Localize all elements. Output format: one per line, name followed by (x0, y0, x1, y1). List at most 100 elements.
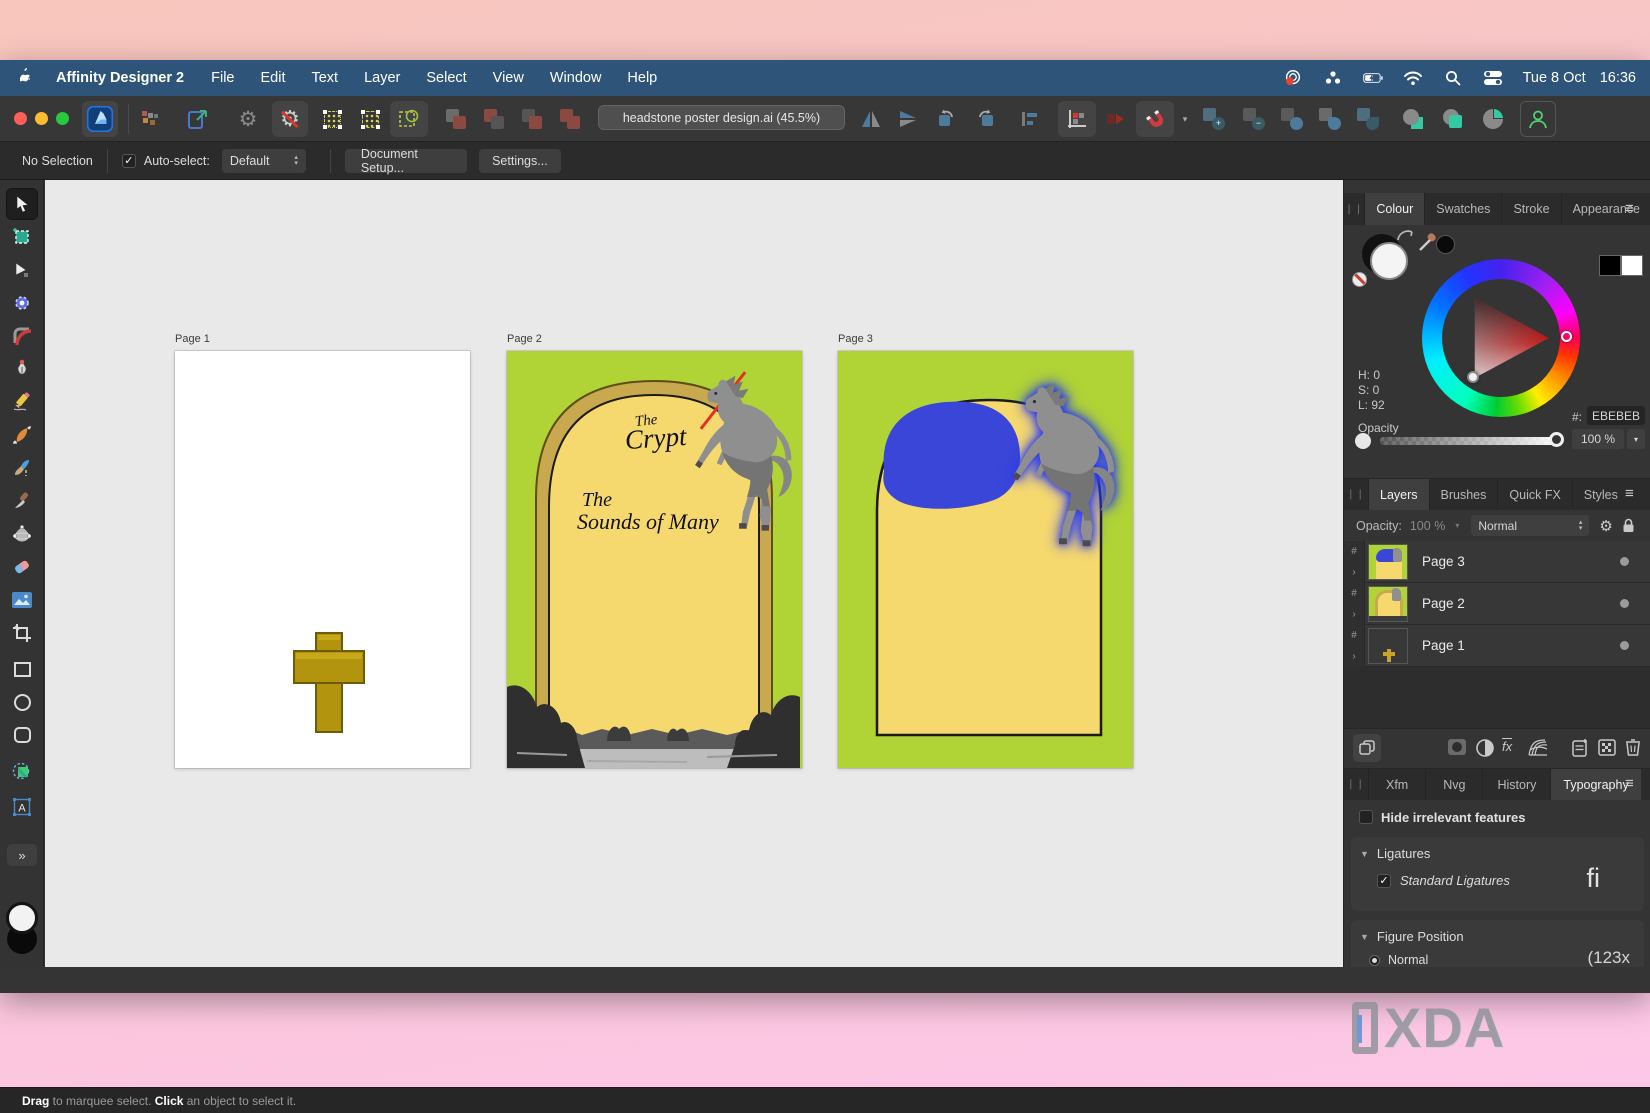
duplicate-layer-icon[interactable] (1353, 734, 1381, 762)
control-center-icon[interactable] (1483, 69, 1503, 87)
boolean-subtract-icon[interactable]: − (1238, 101, 1270, 137)
add-layer-icon[interactable] (1572, 738, 1589, 762)
layers-panel-menu-icon[interactable]: ≡ (1625, 486, 1642, 501)
layer-visibility-dot[interactable] (1620, 557, 1629, 566)
tab-swatches[interactable]: Swatches (1424, 193, 1501, 225)
adjustment-layer-icon[interactable] (1475, 738, 1495, 763)
corner-tool[interactable] (7, 321, 37, 351)
mesh-warp-icon[interactable] (1526, 738, 1548, 762)
tab-layers[interactable]: Layers (1368, 479, 1429, 510)
rectangle-tool[interactable] (7, 654, 37, 684)
document-setup-button[interactable]: Document Setup... (345, 149, 467, 173)
lock-icon[interactable] (1622, 518, 1635, 533)
margins-grid-icon[interactable] (314, 101, 350, 137)
menu-layer[interactable]: Layer (351, 70, 413, 86)
hue-selector[interactable] (1561, 331, 1572, 342)
settings-button[interactable]: Settings... (479, 149, 561, 173)
hide-irrelevant-checkbox[interactable]: ✓ (1359, 810, 1373, 824)
rotate-cw-icon[interactable] (969, 101, 1001, 137)
move-tool[interactable] (7, 189, 37, 219)
tab-styles[interactable]: Styles (1572, 479, 1629, 510)
pencil-tool[interactable] (7, 387, 37, 417)
menu-date[interactable]: Tue 8 Oct (1523, 70, 1586, 86)
boolean-combine-icon[interactable] (1352, 101, 1384, 137)
rotate-ccw-icon[interactable] (931, 101, 963, 137)
preferences-gear-icon[interactable]: ⚙ (232, 101, 264, 137)
order-forward-icon[interactable] (516, 101, 548, 137)
tab-nvg[interactable]: Nvg (1425, 769, 1482, 800)
fill-stroke-selector[interactable] (1356, 232, 1412, 288)
guides-grid-icon[interactable] (352, 101, 388, 137)
artboard-tool[interactable] (7, 222, 37, 252)
layer-settings-gear-icon[interactable]: ⚙ (1599, 517, 1612, 535)
artboard-page-2[interactable]: The Crypt The Sounds of Many (507, 351, 802, 768)
tab-brushes[interactable]: Brushes (1429, 479, 1498, 510)
fill-tool[interactable] (7, 519, 37, 549)
horse-image-glow[interactable] (1002, 364, 1120, 569)
studio-panel-menu-icon[interactable]: ≡ (1625, 776, 1642, 791)
layer-row-page3[interactable]: #› Page 3 (1344, 541, 1650, 583)
insert-target-2-icon[interactable] (1436, 101, 1470, 137)
insert-target-icon[interactable] (1396, 101, 1430, 137)
badge-icon[interactable] (1283, 69, 1303, 87)
vector-brush-tool[interactable] (7, 420, 37, 450)
users-icon[interactable] (1323, 69, 1343, 87)
auto-select-checkbox[interactable]: ✓ (122, 154, 136, 168)
window-close-button[interactable] (14, 112, 27, 125)
expand-chevron-icon[interactable]: › (1352, 651, 1355, 662)
opacity-slider[interactable] (1380, 437, 1556, 445)
colour-panel-menu-icon[interactable]: ≡ (1625, 201, 1642, 216)
point-transform-tool[interactable] (7, 288, 37, 318)
expand-chevron-icon[interactable]: › (1352, 609, 1355, 620)
artboard-page-1[interactable] (175, 351, 470, 768)
boolean-add-icon[interactable]: + (1198, 101, 1230, 137)
export-persona-icon[interactable] (182, 101, 214, 137)
boolean-intersect-icon[interactable] (1276, 101, 1308, 137)
shade-selector[interactable] (1467, 371, 1479, 383)
flip-vertical-icon[interactable] (893, 101, 925, 137)
mask-layer-icon[interactable] (1447, 738, 1467, 761)
auto-select-dropdown[interactable]: Default▴▾ (222, 149, 306, 173)
tab-stroke[interactable]: Stroke (1501, 193, 1560, 225)
flip-horizontal-icon[interactable] (855, 101, 887, 137)
colour-well[interactable] (6, 902, 40, 962)
layer-effects-fx-icon[interactable]: fx (1502, 738, 1512, 754)
swap-colours-icon[interactable] (1396, 228, 1416, 244)
persona-grid-icon[interactable] (134, 101, 166, 137)
panel-drag-handle-2[interactable]: ❘❘ (1344, 479, 1368, 510)
expand-tools-button[interactable]: » (7, 844, 37, 866)
order-front-icon[interactable] (554, 101, 586, 137)
insert-target-3-icon[interactable] (1476, 101, 1510, 137)
no-fill-icon[interactable] (1352, 272, 1367, 287)
search-icon[interactable] (1443, 69, 1463, 87)
white-swatch[interactable] (1621, 255, 1643, 276)
wifi-icon[interactable] (1403, 69, 1423, 87)
layer-row-page1[interactable]: #› Page 1 (1344, 625, 1650, 667)
collapse-chevron-icon[interactable]: ▼ (1360, 932, 1369, 942)
layers-opacity-value[interactable]: 100 % (1410, 519, 1445, 533)
pen-tool[interactable] (7, 354, 37, 384)
black-swatch[interactable] (1599, 255, 1621, 276)
designer-persona-button[interactable] (82, 101, 118, 137)
layers-opacity-chevron[interactable]: ▾ (1455, 521, 1459, 530)
panel-drag-handle[interactable]: ❘❘ (1344, 193, 1364, 225)
pattern-layer-icon[interactable] (1598, 738, 1616, 762)
crypt-title[interactable]: Crypt (624, 421, 688, 456)
shape-tool[interactable] (7, 756, 37, 786)
tab-history[interactable]: History (1482, 769, 1550, 800)
menu-edit[interactable]: Edit (247, 70, 298, 86)
picked-colour-swatch[interactable] (1436, 235, 1455, 254)
artboard-page-3[interactable] (838, 351, 1133, 768)
fill-colour-swatch[interactable] (6, 902, 38, 934)
trees-image[interactable] (507, 679, 800, 768)
layer-row-page2[interactable]: #› Page 2 (1344, 583, 1650, 625)
place-image-tool[interactable] (7, 585, 37, 615)
text-tool[interactable]: A (7, 792, 37, 822)
expand-chevron-icon[interactable]: › (1352, 567, 1355, 578)
cross-shape[interactable] (175, 351, 470, 768)
menu-select[interactable]: Select (413, 70, 479, 86)
tab-quick-fx[interactable]: Quick FX (1497, 479, 1571, 510)
blend-mode-dropdown[interactable]: Normal▴▾ (1471, 515, 1589, 536)
menu-window[interactable]: Window (537, 70, 615, 86)
window-minimize-button[interactable] (35, 112, 48, 125)
